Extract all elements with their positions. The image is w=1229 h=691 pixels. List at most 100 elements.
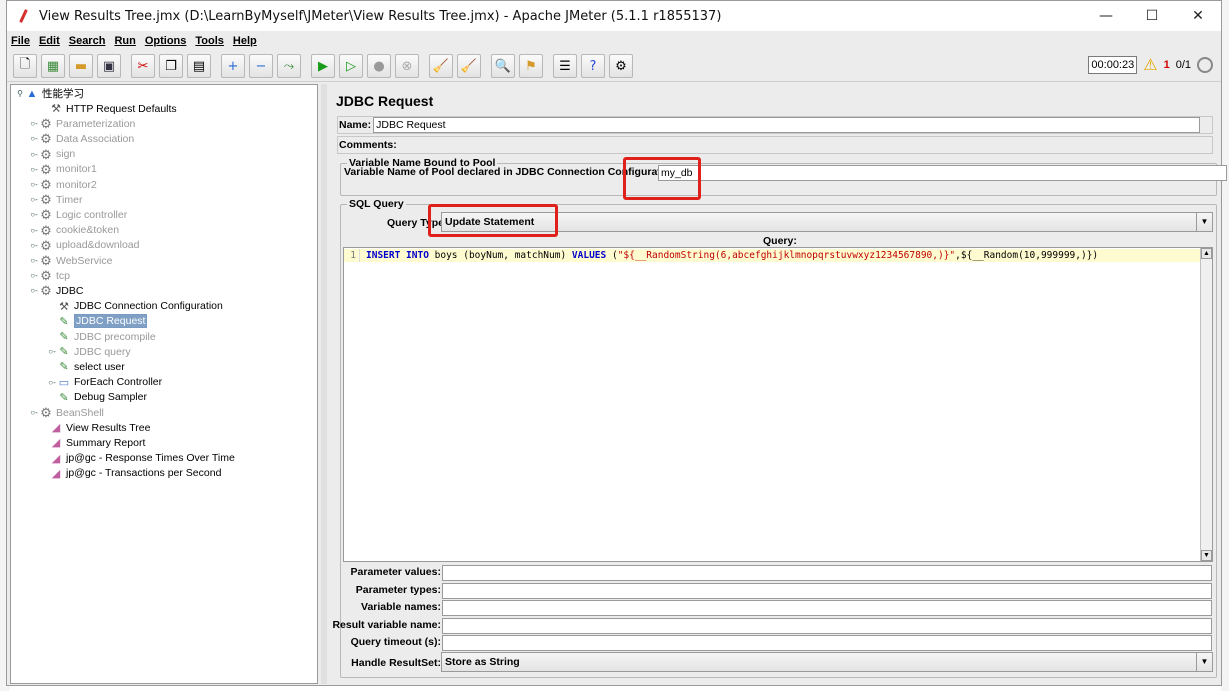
pool-name-input[interactable]: my_db: [658, 165, 1227, 181]
test-plan-tree[interactable]: ⚲ ▲ 性能学习 ⚒ HTTP Request Defaults ○- ⚙ Parame…: [10, 84, 318, 684]
variable-names-input[interactable]: [442, 600, 1212, 616]
sql-keyword: VALUES: [571, 250, 607, 261]
annotation-box-query-type: [428, 204, 558, 237]
cut-icon[interactable]: ✂: [131, 54, 155, 78]
tree-item[interactable]: ◢ Summary Report: [39, 435, 146, 450]
name-label: Name:: [339, 119, 372, 131]
tree-item[interactable]: ○- ⚙ tcp: [29, 268, 70, 283]
tree-item[interactable]: ○- ⚙ Logic controller: [29, 207, 127, 222]
tree-item[interactable]: ◢ jp@gc - Transactions per Second: [39, 466, 222, 481]
tree-item[interactable]: ⚒ JDBC Connection Configuration: [47, 299, 223, 314]
toggle-icon[interactable]: ⤳: [277, 54, 301, 78]
tree-item[interactable]: ◢ jp@gc - Response Times Over Time: [39, 451, 235, 466]
minimize-button[interactable]: —: [1083, 1, 1129, 31]
collapse-icon[interactable]: −: [249, 54, 273, 78]
menu-help[interactable]: Help: [233, 35, 257, 47]
scroll-down-icon[interactable]: ▼: [1201, 550, 1212, 561]
tree-item-label: Timer: [56, 193, 83, 206]
menu-search[interactable]: Search: [69, 35, 106, 47]
expand-handle-icon[interactable]: ○-: [29, 150, 39, 159]
expand-handle-icon[interactable]: ○-: [29, 119, 39, 128]
param-types-input[interactable]: [442, 583, 1212, 599]
chevron-down-icon[interactable]: ▼: [1196, 653, 1212, 671]
menu-options[interactable]: Options: [145, 35, 187, 47]
reset-search-icon[interactable]: ⚑: [519, 54, 543, 78]
expand-handle-icon[interactable]: ○-: [29, 256, 39, 265]
tree-item[interactable]: ○- ⚙ WebService: [29, 253, 112, 268]
paste-icon[interactable]: ▤: [187, 54, 211, 78]
help-icon[interactable]: ?: [581, 54, 605, 78]
tree-item[interactable]: ⚒ HTTP Request Defaults: [39, 101, 177, 116]
expand-handle-icon[interactable]: ○-: [29, 286, 39, 295]
save-icon[interactable]: ▣: [97, 54, 121, 78]
query-timeout-input[interactable]: [442, 635, 1212, 651]
tree-item[interactable]: ○- ⚙ monitor2: [29, 177, 97, 192]
clear-all-icon[interactable]: 🧹: [457, 54, 481, 78]
comments-input[interactable]: [398, 137, 1200, 153]
split-divider[interactable]: [321, 84, 327, 684]
expand-handle-icon[interactable]: ○-: [29, 241, 39, 250]
expand-handle-icon[interactable]: ○-: [29, 271, 39, 280]
warning-icon[interactable]: ⚠: [1143, 55, 1157, 75]
tree-root[interactable]: ⚲ ▲ 性能学习: [15, 86, 84, 101]
param-values-input[interactable]: [442, 565, 1212, 581]
tree-item[interactable]: ○- ⚙ JDBC: [29, 283, 83, 298]
search-icon[interactable]: 🔍: [491, 54, 515, 78]
expand-handle-icon[interactable]: ○-: [29, 134, 39, 143]
tree-item[interactable]: ✎ Debug Sampler: [47, 390, 147, 405]
start-icon[interactable]: ▶: [311, 54, 335, 78]
expand-handle-icon[interactable]: ○-: [47, 378, 57, 387]
expand-handle-icon[interactable]: ○-: [29, 210, 39, 219]
tree-item[interactable]: ○- ⚙ cookie&token: [29, 223, 119, 238]
tree-item[interactable]: ✎ select user: [47, 359, 124, 374]
open-icon[interactable]: ▬: [69, 54, 93, 78]
tree-item[interactable]: ○- ⚙ Data Association: [29, 131, 134, 146]
tree-item[interactable]: ○- ⚙ monitor1: [29, 162, 97, 177]
maximize-button[interactable]: ☐: [1129, 1, 1175, 31]
sql-query-editor[interactable]: 1 INSERT INTO boys (boyNum, matchNum) VAL…: [343, 247, 1213, 562]
expand-handle-icon[interactable]: ○-: [29, 226, 39, 235]
tree-item[interactable]: ○- ⚙ BeanShell: [29, 405, 104, 420]
function-helper-icon[interactable]: ☰: [553, 54, 577, 78]
expand-handle-icon[interactable]: ○-: [29, 165, 39, 174]
error-count[interactable]: 1: [1164, 59, 1170, 71]
tree-item-label: sign: [56, 148, 76, 161]
sql-line-1[interactable]: 1 INSERT INTO boys (boyNum, matchNum) VAL…: [344, 249, 1201, 262]
scroll-up-icon[interactable]: ▲: [1201, 248, 1212, 259]
menu-tools[interactable]: Tools: [195, 35, 224, 47]
tree-item[interactable]: ✎ JDBC precompile: [47, 329, 155, 344]
handle-resultset-select[interactable]: Store as String ▼: [441, 652, 1213, 672]
name-input[interactable]: JDBC Request: [373, 117, 1200, 133]
menu-file[interactable]: File: [11, 35, 30, 47]
tree-item[interactable]: ○- ⚙ Timer: [29, 192, 82, 207]
clear-icon[interactable]: 🧹: [429, 54, 453, 78]
tree-item[interactable]: ✎ JDBC Request: [47, 314, 148, 329]
tree-item[interactable]: ○- ⚙ sign: [29, 147, 75, 162]
background-window-right: [1221, 0, 1229, 691]
expand-icon[interactable]: +: [221, 54, 245, 78]
chevron-down-icon[interactable]: ▼: [1196, 213, 1212, 231]
expand-handle-icon[interactable]: ○-: [29, 180, 39, 189]
editor-scrollbar[interactable]: ▲ ▼: [1200, 248, 1212, 561]
tree-item[interactable]: ◢ View Results Tree: [39, 420, 151, 435]
templates-icon[interactable]: ▦: [41, 54, 65, 78]
tree-item[interactable]: ○- ✎ JDBC query: [47, 344, 130, 359]
shutdown-icon[interactable]: ⊗: [395, 54, 419, 78]
menu-edit[interactable]: Edit: [39, 35, 60, 47]
tree-item[interactable]: ○- ⚙ upload&download: [29, 238, 139, 253]
start-no-pause-icon[interactable]: ▷: [339, 54, 363, 78]
menu-run[interactable]: Run: [114, 35, 135, 47]
expand-handle-icon[interactable]: ○-: [47, 347, 57, 356]
expand-handle-icon[interactable]: ○-: [29, 408, 39, 417]
collapse-handle-icon[interactable]: ⚲: [15, 89, 25, 98]
copy-icon[interactable]: ❐: [159, 54, 183, 78]
stop-icon[interactable]: ●: [367, 54, 391, 78]
sql-query-legend: SQL Query: [347, 198, 406, 210]
close-button[interactable]: ✕: [1175, 1, 1221, 31]
new-icon[interactable]: 🗋: [13, 54, 37, 78]
tree-item[interactable]: ○- ▭ ForEach Controller: [47, 375, 162, 390]
expand-handle-icon[interactable]: ○-: [29, 195, 39, 204]
result-variable-input[interactable]: [442, 618, 1212, 634]
remote-icon[interactable]: ⚙: [609, 54, 633, 78]
tree-item[interactable]: ○- ⚙ Parameterization: [29, 116, 135, 131]
